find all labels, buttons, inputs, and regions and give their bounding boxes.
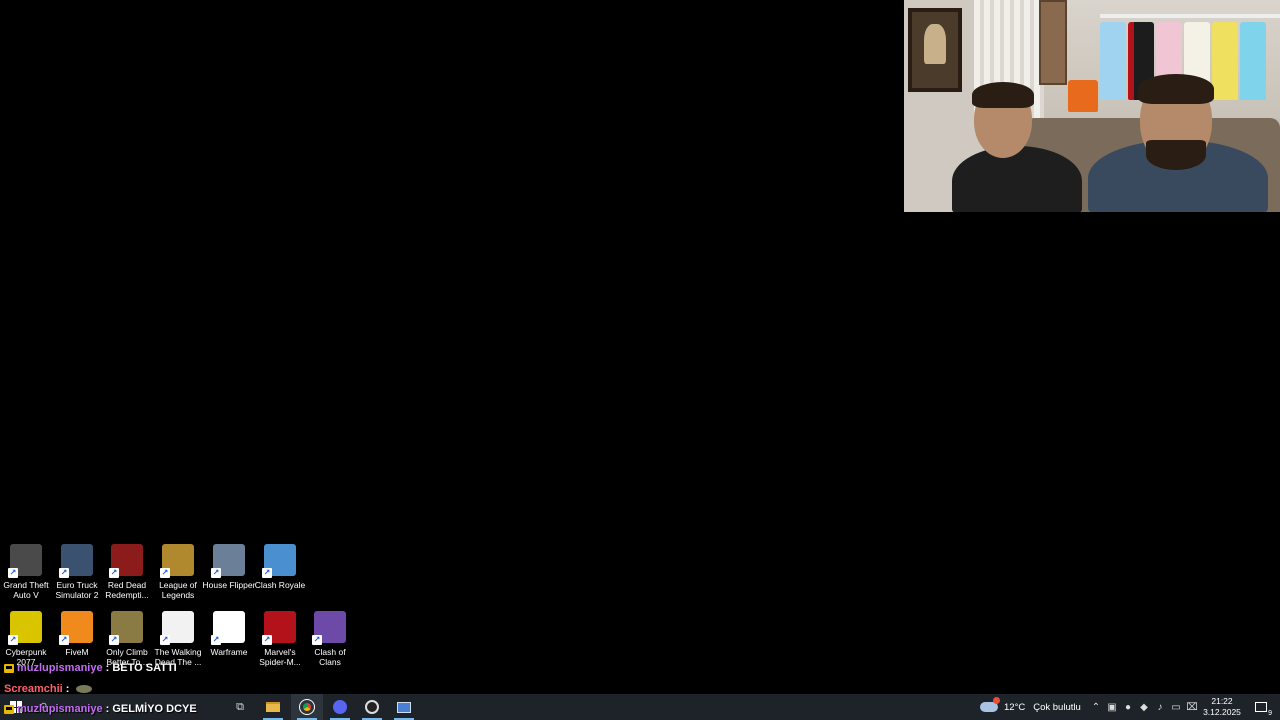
desktop-icon[interactable]: ↗ Clash of Clans [304, 611, 356, 671]
webcam-door [1039, 0, 1067, 85]
chat-username: muzlupismaniye [17, 703, 103, 715]
desktop-icon-label: Red Dead Redempti... [105, 580, 149, 600]
shortcut-arrow-icon: ↗ [262, 568, 272, 578]
weather-widget[interactable]: 12°C Çok bulutlu [980, 694, 1081, 720]
desktop-icon-label: Warframe [210, 647, 248, 657]
webcam-hair-right [1138, 74, 1214, 104]
desktop-icon[interactable]: ↗ Euro Truck Simulator 2 [51, 544, 103, 604]
obs-icon [365, 700, 379, 714]
desktop-icon-label: Euro Truck Simulator 2 [55, 580, 99, 600]
monitor-icon [397, 701, 411, 713]
chat-message: muzlupismaniye : BETO SATTI [4, 662, 177, 674]
lol-icon: ↗ [160, 544, 194, 578]
walking-dead-icon: ↗ [160, 611, 194, 645]
shortcut-arrow-icon: ↗ [160, 568, 170, 578]
chevron-up-icon[interactable]: ⌃ [1090, 701, 1102, 713]
webcam-jersey [1212, 22, 1238, 100]
taskbar-app-discord[interactable] [324, 694, 356, 720]
taskbar-app-obs[interactable] [356, 694, 388, 720]
shortcut-arrow-icon: ↗ [59, 635, 69, 645]
webcam-person-left [952, 146, 1082, 212]
weather-temperature: 12°C [1004, 701, 1026, 713]
shortcut-arrow-icon: ↗ [160, 635, 170, 645]
webcam-portrait-frame [908, 8, 962, 92]
shortcut-arrow-icon: ↗ [262, 635, 272, 645]
chat-separator: : [102, 703, 113, 715]
system-tray: ⌃ ▣ ● ◆ ♪ ▭ ⌧ [1090, 694, 1198, 720]
app-tray-icon[interactable]: ◆ [1138, 701, 1150, 713]
microphone-icon[interactable]: ● [1122, 701, 1134, 713]
warframe-icon: ↗ [211, 611, 245, 645]
webcam-jersey [1240, 22, 1266, 100]
gta5-icon: ↗ [8, 544, 42, 578]
webcam-overlay [904, 0, 1280, 212]
webcam-jersey [1100, 22, 1126, 100]
rdr2-icon: ↗ [109, 544, 143, 578]
notification-icon: 9 [1255, 702, 1272, 717]
chat-message: muzlupismaniye : GELMİYO DCYE [4, 703, 197, 715]
subscriber-badge-icon [4, 704, 14, 714]
weather-description: Çok bulutlu [1033, 701, 1081, 713]
task-view-button[interactable]: ⧉ [224, 694, 256, 720]
desktop-icon[interactable]: ↗ Grand Theft Auto V [0, 544, 52, 604]
chat-separator: : [102, 662, 113, 674]
desktop-icon[interactable]: ↗ League of Legends [152, 544, 204, 604]
desktop-icon[interactable]: ↗ Marvel's Spider-M... [254, 611, 306, 671]
desktop-icon[interactable]: ↗ Clash Royale [254, 544, 306, 604]
folder-icon [266, 702, 280, 712]
only-climb-icon: ↗ [109, 611, 143, 645]
house-flipper-icon: ↗ [211, 544, 245, 578]
security-icon[interactable]: ▣ [1106, 701, 1118, 713]
shortcut-arrow-icon: ↗ [211, 568, 221, 578]
clash-royale-icon: ↗ [262, 544, 296, 578]
desktop-icon-label: Grand Theft Auto V [3, 580, 49, 600]
shortcut-arrow-icon: ↗ [109, 568, 119, 578]
taskbar-app-chrome[interactable] [291, 694, 323, 720]
desktop-icon-label: Marvel's Spider-M... [259, 647, 301, 667]
chat-emote-icon [76, 685, 93, 694]
webcam-beard-right [1146, 140, 1206, 170]
desktop-icon-label: League of Legends [159, 580, 197, 600]
shortcut-arrow-icon: ↗ [8, 568, 18, 578]
fivem-icon: ↗ [59, 611, 93, 645]
cyberpunk-icon: ↗ [8, 611, 42, 645]
chat-text: GELMİYO DCYE [112, 703, 197, 715]
cloud-icon [980, 697, 1000, 712]
clock-date: 3.12.2025 [1203, 707, 1241, 717]
desktop-icon-label: FiveM [65, 647, 89, 657]
desktop-icon-label: Clash of Clans [314, 647, 346, 667]
task-view-icon: ⧉ [236, 700, 244, 713]
usb-icon[interactable]: ⌧ [1186, 701, 1198, 713]
chrome-icon [299, 699, 315, 715]
webcam-orange-shirt [1068, 80, 1098, 112]
chat-username: muzlupismaniye [17, 662, 103, 674]
shortcut-arrow-icon: ↗ [211, 635, 221, 645]
clock[interactable]: 21:22 3.12.2025 [1200, 696, 1244, 718]
notification-count: 9 [1268, 710, 1272, 717]
webcam-jersey-rack [1100, 14, 1280, 18]
shortcut-arrow-icon: ↗ [109, 635, 119, 645]
shortcut-arrow-icon: ↗ [8, 635, 18, 645]
subscriber-badge-icon [4, 663, 14, 673]
desktop-icon[interactable]: ↗ House Flipper [203, 544, 255, 604]
shortcut-arrow-icon: ↗ [312, 635, 322, 645]
ets2-icon: ↗ [59, 544, 93, 578]
desktop-icon-label: Clash Royale [254, 580, 306, 590]
spiderman-icon: ↗ [262, 611, 296, 645]
taskbar-app-remote[interactable] [388, 694, 420, 720]
webcam-hair-left [972, 82, 1034, 108]
clash-of-clans-icon: ↗ [312, 611, 346, 645]
desktop-icon[interactable]: ↗ Red Dead Redempti... [101, 544, 153, 604]
volume-icon[interactable]: ♪ [1154, 701, 1166, 713]
network-icon[interactable]: ▭ [1170, 701, 1182, 713]
desktop-icon-label: House Flipper [202, 580, 256, 590]
clock-time: 21:22 [1211, 696, 1233, 706]
chat-text: BETO SATTI [112, 662, 177, 674]
shortcut-arrow-icon: ↗ [59, 568, 69, 578]
taskbar-app-file-explorer[interactable] [257, 694, 289, 720]
notification-center-button[interactable]: 9 [1246, 694, 1276, 720]
discord-icon [333, 700, 347, 714]
desktop-icon[interactable]: ↗ Warframe [203, 611, 255, 671]
